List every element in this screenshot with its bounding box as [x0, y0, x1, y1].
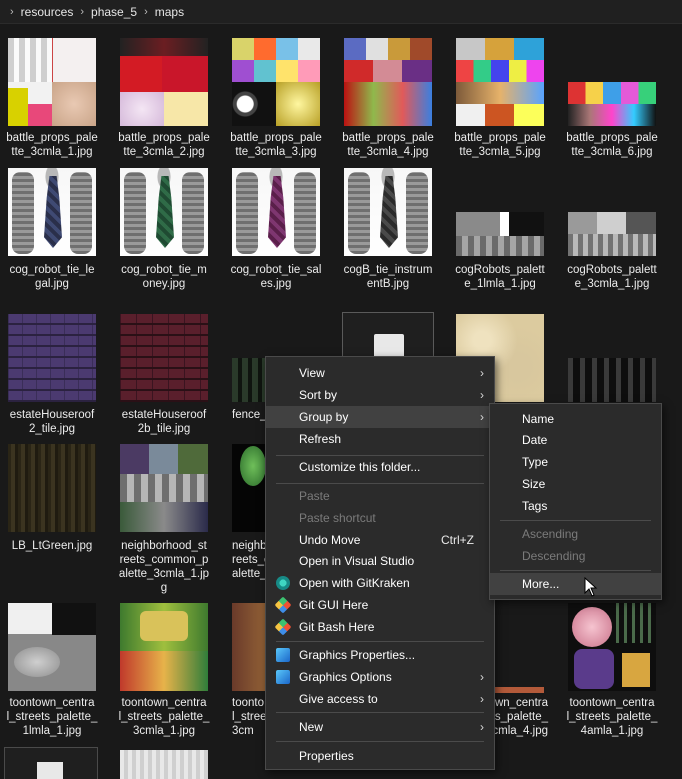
submenu-item-size[interactable]: Size	[490, 473, 661, 495]
menu-item-view[interactable]: View ›	[266, 362, 494, 384]
submenu-item-descending: Descending	[522, 549, 586, 563]
menu-separator	[276, 712, 484, 713]
file-thumbnail	[456, 212, 544, 256]
menu-item-give-access-to[interactable]: Give access to ›	[266, 688, 494, 710]
graphics-icon	[276, 648, 290, 662]
file-thumbnail	[568, 603, 656, 691]
file-name: estateHouseroof 2_tile.jpg	[9, 409, 95, 435]
chevron-right-icon: ›	[480, 692, 484, 706]
file-name: cog_robot_tie_le gal.jpg	[9, 264, 95, 290]
file-thumbnail	[8, 444, 96, 532]
menu-item-git-gui-here[interactable]: Git GUI Here	[266, 594, 494, 616]
explorer-window: › resources › phase_5 › maps battle_prop…	[0, 0, 682, 779]
file-name: cogRobots_palett e_1lmla_1.jpg	[455, 264, 545, 290]
menu-item-paste: Paste	[299, 489, 330, 503]
file-name: toontown_centra l_streets_palette_ 1lmla…	[6, 697, 98, 737]
file-thumbnail	[8, 314, 96, 402]
submenu-item-name[interactable]: Name	[490, 408, 661, 430]
file-name: battle_props_pale tte_3cmla_1.jpg	[6, 132, 98, 158]
menu-separator	[500, 570, 651, 571]
file-item-selected-frame[interactable]	[4, 747, 98, 779]
file-thumbnail	[120, 444, 208, 532]
file-thumbnail	[120, 314, 208, 402]
file-thumbnail	[568, 82, 656, 126]
git-bash-icon	[274, 618, 292, 636]
git-gui-icon	[274, 596, 292, 614]
menu-separator	[500, 520, 651, 521]
file-name: battle_props_pale tte_3cmla_2.jpg	[118, 132, 210, 158]
file-thumbnail	[8, 38, 96, 126]
group-by-submenu: Name Date Type Size Tags Ascending Desce…	[489, 403, 662, 600]
menu-item-graphics-properties[interactable]: Graphics Properties...	[266, 644, 494, 666]
file-thumbnail	[120, 750, 208, 779]
file-thumbnail	[120, 168, 208, 256]
file-name: cog_robot_tie_sal es.jpg	[230, 264, 322, 290]
menu-item-new[interactable]: New ›	[266, 716, 494, 738]
breadcrumb-resources[interactable]: resources	[21, 5, 74, 19]
file-thumbnail	[232, 168, 320, 256]
menu-separator	[276, 741, 484, 742]
menu-item-properties[interactable]: Properties	[266, 745, 494, 767]
chevron-right-icon: ›	[480, 720, 484, 734]
file-name: estateHouseroof 2b_tile.jpg	[121, 409, 207, 435]
menu-item-customize-folder[interactable]: Customize this folder...	[266, 456, 494, 478]
submenu-item-tags[interactable]: Tags	[490, 495, 661, 517]
file-thumbnail	[568, 212, 656, 256]
chevron-right-icon: ›	[144, 5, 148, 18]
menu-item-open-in-visual-studio[interactable]: Open in Visual Studio	[266, 550, 494, 572]
menu-separator	[276, 641, 484, 642]
menu-separator	[276, 483, 484, 484]
breadcrumb-phase-5[interactable]: phase_5	[91, 5, 137, 19]
shortcut-label: Ctrl+Z	[441, 533, 474, 547]
chevron-right-icon: ›	[480, 366, 484, 380]
menu-item-undo-move[interactable]: Undo Move Ctrl+Z	[266, 529, 494, 551]
menu-item-graphics-options[interactable]: Graphics Options ›	[266, 666, 494, 688]
submenu-item-date[interactable]: Date	[490, 429, 661, 451]
mouse-cursor-icon	[584, 577, 598, 597]
chevron-right-icon: ›	[10, 5, 14, 18]
submenu-item-more[interactable]: More...	[490, 573, 661, 595]
file-thumbnail	[344, 168, 432, 256]
menu-item-git-bash-here[interactable]: Git Bash Here	[266, 616, 494, 638]
file-name: battle_props_pale tte_3cmla_5.jpg	[454, 132, 546, 158]
file-thumbnail	[568, 358, 656, 402]
menu-item-refresh[interactable]: Refresh	[266, 428, 494, 450]
file-thumbnail	[8, 603, 96, 691]
chevron-right-icon: ›	[480, 388, 484, 402]
chevron-right-icon: ›	[480, 670, 484, 684]
file-name: toontown_centra l_streets_palette_ 4amla…	[566, 697, 658, 737]
gitkraken-icon	[276, 576, 290, 590]
chevron-right-icon: ›	[480, 410, 484, 424]
document-icon	[37, 762, 63, 779]
menu-item-open-with-gitkraken[interactable]: Open with GitKraken	[266, 572, 494, 594]
file-thumbnail	[232, 38, 320, 126]
file-thumbnail	[120, 603, 208, 691]
submenu-item-ascending: Ascending	[522, 527, 579, 541]
breadcrumb-maps[interactable]: maps	[155, 5, 184, 19]
chevron-right-icon: ›	[80, 5, 85, 18]
file-name: cogB_tie_instrum entB.jpg	[343, 264, 433, 290]
context-menu: View › Sort by › Group by › Refresh Cust…	[265, 356, 495, 770]
file-thumbnail	[120, 38, 208, 126]
file-name: neighborhood_st reets_common_p alette_3c…	[118, 540, 210, 594]
file-name: battle_props_pale tte_3cmla_3.jpg	[230, 132, 322, 158]
menu-item-group-by[interactable]: Group by ›	[266, 406, 494, 428]
file-thumbnail	[344, 38, 432, 126]
menu-item-sort-by[interactable]: Sort by ›	[266, 384, 494, 406]
menu-item-paste-shortcut: Paste shortcut	[299, 511, 376, 525]
file-name: battle_props_pale tte_3cmla_4.jpg	[342, 132, 434, 158]
file-thumbnail	[8, 168, 96, 256]
submenu-item-type[interactable]: Type	[490, 451, 661, 473]
file-name: cog_robot_tie_m oney.jpg	[121, 264, 207, 290]
file-name: LB_LtGreen.jpg	[11, 540, 93, 552]
file-thumbnail	[456, 38, 544, 126]
file-name: toontown_centra l_streets_palette_ 3cmla…	[118, 697, 210, 737]
file-name: cogRobots_palett e_3cmla_1.jpg	[567, 264, 657, 290]
file-name: battle_props_pale tte_3cmla_6.jpg	[566, 132, 658, 158]
address-bar[interactable]: › resources › phase_5 › maps	[0, 0, 682, 24]
graphics-icon	[276, 670, 290, 684]
